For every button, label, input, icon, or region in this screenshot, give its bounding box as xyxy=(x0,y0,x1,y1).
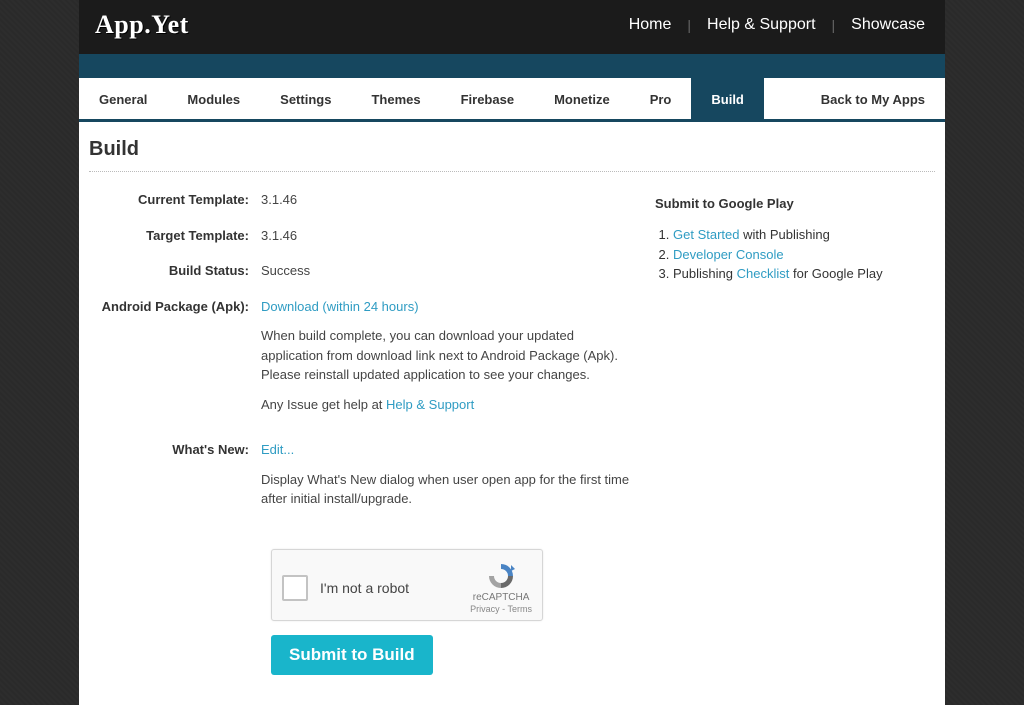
header-stripe xyxy=(79,54,945,78)
tab-settings[interactable]: Settings xyxy=(260,78,351,119)
value-current-template: 3.1.46 xyxy=(261,190,635,210)
developer-console-link[interactable]: Developer Console xyxy=(673,247,784,262)
publish-step-2: Developer Console xyxy=(673,245,929,265)
download-apk-link[interactable]: Download (within 24 hours) xyxy=(261,299,419,314)
label-android-package: Android Package (Apk): xyxy=(95,297,261,425)
tab-monetize[interactable]: Monetize xyxy=(534,78,630,119)
whats-new-description: Display What's New dialog when user open… xyxy=(261,470,635,509)
label-build-status: Build Status: xyxy=(95,261,261,281)
row-whats-new: What's New: Edit... Display What's New d… xyxy=(95,440,635,519)
page-title: Build xyxy=(79,122,945,171)
recaptcha-icon xyxy=(486,562,516,590)
publish-step-3: Publishing Checklist for Google Play xyxy=(673,264,929,284)
tab-modules[interactable]: Modules xyxy=(167,78,260,119)
help-support-link[interactable]: Help & Support xyxy=(386,397,474,412)
recaptcha-privacy-terms[interactable]: Privacy - Terms xyxy=(470,604,532,615)
tab-pro[interactable]: Pro xyxy=(630,78,692,119)
tab-themes[interactable]: Themes xyxy=(351,78,440,119)
build-form: Current Template: 3.1.46 Target Template… xyxy=(95,190,635,675)
nav-home[interactable]: Home xyxy=(613,16,688,34)
row-current-template: Current Template: 3.1.46 xyxy=(95,190,635,210)
tab-bar: General Modules Settings Themes Firebase… xyxy=(79,78,945,122)
apk-description: When build complete, you can download yo… xyxy=(261,326,635,385)
value-build-status: Success xyxy=(261,261,635,281)
divider xyxy=(89,171,935,172)
tab-general[interactable]: General xyxy=(79,78,167,119)
tab-build[interactable]: Build xyxy=(691,78,764,119)
publish-step-1: Get Started with Publishing xyxy=(673,225,929,245)
recaptcha-checkbox[interactable] xyxy=(282,575,308,601)
edit-whats-new-link[interactable]: Edit... xyxy=(261,442,294,457)
row-build-status: Build Status: Success xyxy=(95,261,635,281)
nav-help-support[interactable]: Help & Support xyxy=(691,16,832,34)
submit-google-play-panel: Submit to Google Play Get Started with P… xyxy=(655,190,929,675)
tab-back-to-my-apps[interactable]: Back to My Apps xyxy=(801,78,945,119)
top-navigation: Home | Help & Support | Showcase xyxy=(613,16,941,34)
nav-showcase[interactable]: Showcase xyxy=(835,16,941,34)
row-android-package: Android Package (Apk): Download (within … xyxy=(95,297,635,425)
label-current-template: Current Template: xyxy=(95,190,261,210)
checklist-link[interactable]: Checklist xyxy=(737,266,790,281)
tab-firebase[interactable]: Firebase xyxy=(441,78,534,119)
recaptcha-text: I'm not a robot xyxy=(320,580,409,596)
recaptcha-name: reCAPTCHA xyxy=(470,592,532,604)
value-target-template: 3.1.46 xyxy=(261,226,635,246)
publish-steps-list: Get Started with Publishing Developer Co… xyxy=(655,225,929,284)
row-target-template: Target Template: 3.1.46 xyxy=(95,226,635,246)
get-started-link[interactable]: Get Started xyxy=(673,227,739,242)
label-target-template: Target Template: xyxy=(95,226,261,246)
app-header: App.Yet Home | Help & Support | Showcase xyxy=(79,0,945,54)
main-content: General Modules Settings Themes Firebase… xyxy=(79,78,945,705)
label-whats-new: What's New: xyxy=(95,440,261,519)
issue-help-text: Any Issue get help at Help & Support xyxy=(261,395,635,415)
app-logo: App.Yet xyxy=(83,10,189,40)
recaptcha-brand: reCAPTCHA Privacy - Terms xyxy=(470,562,532,615)
submit-to-build-button[interactable]: Submit to Build xyxy=(271,635,433,675)
recaptcha-widget: I'm not a robot reCAPTCHA Privacy - Term… xyxy=(271,549,543,622)
side-heading: Submit to Google Play xyxy=(655,196,929,211)
